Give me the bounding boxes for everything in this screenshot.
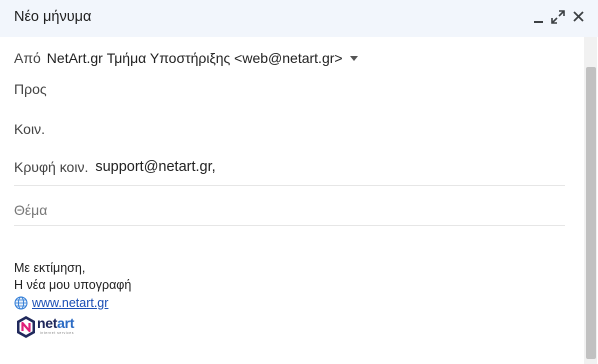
chevron-down-icon[interactable] <box>349 56 359 62</box>
compose-title-bar[interactable]: Νέο μήνυμα <box>0 0 598 37</box>
to-field[interactable]: Προς <box>14 81 47 97</box>
logo-wordmark: netart <box>37 315 74 331</box>
from-label: Από <box>14 50 41 66</box>
cc-label: Κοιν. <box>14 121 45 137</box>
scrollbar-thumb[interactable] <box>586 67 596 359</box>
scrollbar[interactable] <box>584 37 597 364</box>
close-icon[interactable] <box>571 8 587 26</box>
signature-line-2: Η νέα μου υπογραφή <box>14 278 132 292</box>
logo-tagline: internet services <box>40 331 74 335</box>
from-row[interactable]: Από NetArt.gr Τμήμα Υποστήριξης <web@net… <box>14 50 359 66</box>
from-value[interactable]: NetArt.gr Τμήμα Υποστήριξης <web@netart.… <box>47 50 343 66</box>
website-link[interactable]: www.netart.gr <box>32 296 108 310</box>
logo-word-art: art <box>57 315 75 331</box>
cc-field[interactable]: Κοιν. <box>14 121 45 137</box>
bcc-field[interactable]: Κρυφή κοιν. support@netart.gr, <box>14 159 216 175</box>
expand-icon[interactable] <box>550 8 566 26</box>
compose-title: Νέο μήνυμα <box>14 9 92 25</box>
signature-link-row: www.netart.gr <box>14 296 108 310</box>
divider <box>14 185 565 186</box>
subject-input[interactable] <box>14 197 565 223</box>
signature-line-1: Με εκτίμηση, <box>14 261 86 275</box>
logo-mark-icon <box>17 316 35 338</box>
netart-logo: netart internet services <box>16 315 88 343</box>
globe-icon <box>14 296 28 310</box>
compose-body: Από NetArt.gr Τμήμα Υποστήριξης <web@net… <box>0 37 583 364</box>
bcc-label: Κρυφή κοιν. <box>14 159 89 175</box>
bcc-recipient[interactable]: support@netart.gr, <box>95 159 215 175</box>
divider <box>14 225 565 226</box>
minimize-icon[interactable] <box>531 8 547 26</box>
to-label: Προς <box>14 81 47 97</box>
logo-word-net: net <box>37 315 58 331</box>
